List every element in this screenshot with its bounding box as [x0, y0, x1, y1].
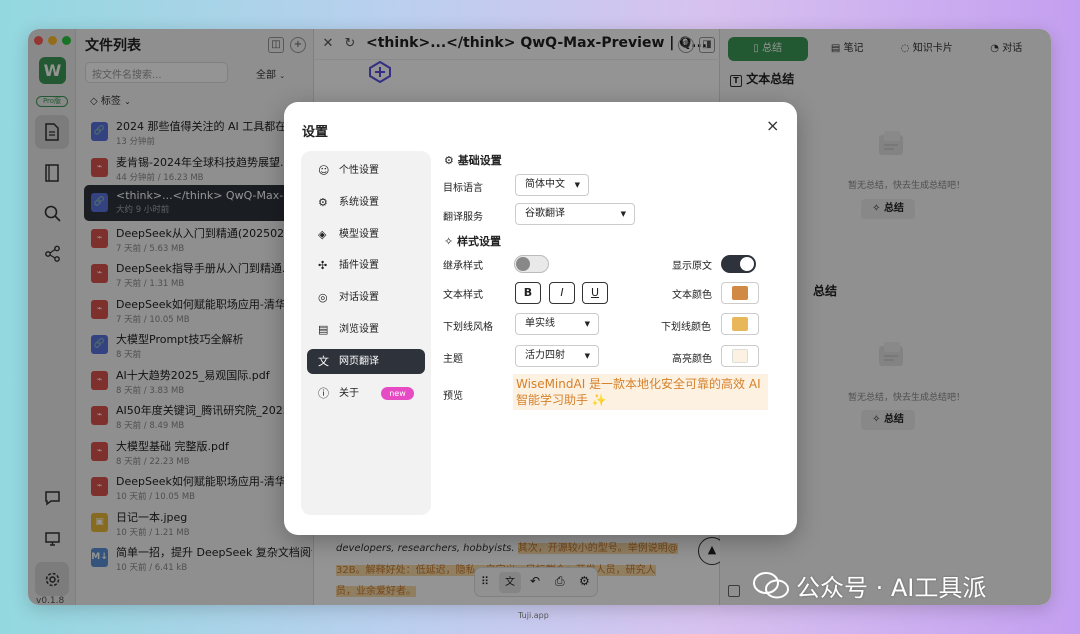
theme-label: 主题 — [443, 354, 463, 365]
settings-nav-web-translate[interactable]: 文网页翻译 — [307, 348, 425, 374]
plugin-icon: ✣ — [318, 259, 328, 273]
settings-title: 设置 — [302, 125, 329, 140]
settings-nav-browse[interactable]: ▤ 浏览设置 — [307, 317, 425, 342]
gear-icon: ⚙ — [444, 154, 454, 167]
style-settings-heading: ✧ 样式设置 — [444, 233, 501, 249]
settings-nav-plugin[interactable]: ✣ 插件设置 — [307, 253, 425, 278]
model-icon: ◈ — [318, 227, 327, 241]
wechat-icon — [753, 572, 789, 599]
settings-nav-label: 对话设置 — [339, 292, 379, 304]
style-settings-title: 样式设置 — [457, 235, 502, 248]
underline-style-label: 下划线风格 — [443, 322, 493, 333]
target-language-label: 目标语言 — [443, 183, 483, 194]
highlight-color-picker[interactable] — [721, 345, 759, 367]
settings-dialog: 设置 × ☺ 个性设置 ⚙ 系统设置 ◈ 模型设置 ✣ 插件设置 ◎ 对话设置 ▤ 浏览设置文网页翻译… — [284, 102, 797, 535]
capture-label: Tuji.app — [518, 611, 549, 620]
personal-icon: ☺ — [318, 164, 330, 177]
text-color-label: 文本颜色 — [672, 290, 712, 301]
inherit-style-label: 继承样式 — [443, 261, 483, 272]
target-language-value: 简体中文 — [525, 179, 565, 190]
caret-down-icon: ▼ — [584, 352, 590, 360]
preview-label: 预览 — [443, 391, 463, 402]
underline-color-swatch — [732, 317, 748, 331]
target-language-select[interactable]: 简体中文 ▼ — [515, 174, 589, 196]
highlight-color-label: 高亮颜色 — [672, 354, 712, 365]
watermark-text: 公众号 · AI工具派 — [796, 574, 987, 602]
settings-nav-label: 模型设置 — [339, 228, 379, 240]
theme-value: 活力四射 — [525, 350, 565, 361]
settings-nav-label: 网页翻译 — [339, 355, 379, 367]
browse-icon: ▤ — [318, 323, 329, 336]
inherit-style-toggle[interactable] — [514, 255, 549, 273]
settings-nav-model[interactable]: ◈ 模型设置 — [307, 222, 425, 247]
basic-settings-heading: ⚙ 基础设置 — [444, 152, 502, 168]
underline-color-picker[interactable] — [721, 313, 759, 335]
settings-nav-label: 个性设置 — [339, 165, 379, 176]
toggle-knob — [516, 257, 530, 271]
italic-button[interactable]: I — [549, 282, 575, 304]
settings-nav-label: 浏览设置 — [339, 324, 379, 335]
basic-settings-title: 基础设置 — [457, 154, 502, 167]
settings-nav-personal[interactable]: ☺ 个性设置 — [307, 158, 425, 183]
translate-service-select[interactable]: 谷歌翻译 ▼ — [515, 203, 635, 225]
caret-down-icon: ▼ — [574, 181, 580, 189]
chat-icon: ◎ — [318, 291, 328, 305]
underline-color-label: 下划线颜色 — [661, 322, 711, 333]
settings-nav-label: 插件设置 — [339, 260, 379, 272]
text-color-picker[interactable] — [721, 282, 759, 304]
new-badge: new — [381, 386, 414, 400]
settings-nav: ☺ 个性设置 ⚙ 系统设置 ◈ 模型设置 ✣ 插件设置 ◎ 对话设置 ▤ 浏览设置文网页翻译 ⓘ 关于 ne… — [301, 151, 431, 515]
show-original-label: 显示原文 — [672, 261, 712, 272]
toggle-knob — [740, 257, 754, 271]
theme-select[interactable]: 活力四射 ▼ — [515, 345, 599, 367]
system-icon: ⚙ — [318, 195, 328, 209]
settings-nav-about[interactable]: ⓘ 关于 new — [307, 381, 425, 406]
close-icon[interactable]: × — [766, 116, 779, 135]
sparkle-icon: ✧ — [444, 235, 454, 248]
underline-button[interactable]: U — [582, 282, 608, 304]
translate-service-value: 谷歌翻译 — [525, 208, 565, 219]
highlight-color-swatch — [732, 349, 748, 363]
underline-style-value: 单实线 — [525, 318, 555, 329]
settings-nav-label: 关于 — [339, 387, 359, 399]
preview-text: WiseMindAI 是一款本地化安全可靠的高效 AI 智能学习助手 ✨ — [513, 374, 768, 410]
text-color-swatch — [732, 286, 748, 300]
translate-service-label: 翻译服务 — [443, 212, 483, 223]
settings-nav-chat[interactable]: ◎ 对话设置 — [307, 285, 425, 310]
underline-style-select[interactable]: 单实线 ▼ — [515, 313, 599, 335]
text-style-label: 文本样式 — [443, 290, 483, 301]
about-icon: ⓘ — [318, 386, 329, 400]
web-translate-icon: 文 — [318, 354, 329, 368]
show-original-toggle[interactable] — [721, 255, 756, 273]
caret-down-icon: ▼ — [584, 320, 590, 328]
settings-nav-label: 系统设置 — [339, 196, 379, 208]
bold-button[interactable]: B — [515, 282, 541, 304]
settings-nav-system[interactable]: ⚙ 系统设置 — [307, 190, 425, 215]
caret-down-icon: ▼ — [620, 210, 626, 218]
